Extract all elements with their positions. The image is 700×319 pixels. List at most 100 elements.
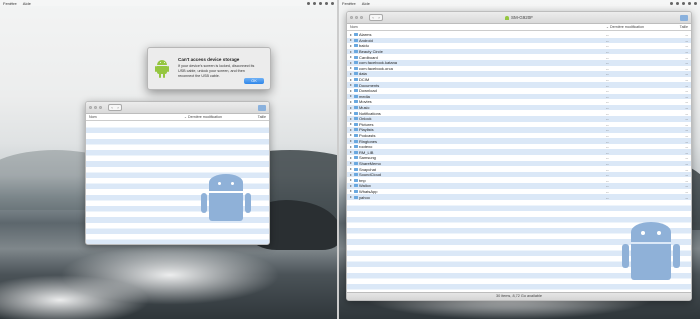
- minimize-button[interactable]: [94, 106, 97, 109]
- list-item[interactable]: Download -- --: [347, 87, 691, 94]
- list-item[interactable]: WhatsApp -- --: [347, 188, 691, 195]
- ok-button[interactable]: OK: [244, 78, 264, 84]
- zoom-button[interactable]: [360, 16, 363, 19]
- menu-list-icon[interactable]: [694, 1, 697, 5]
- list-item[interactable]: Alarms -- --: [347, 32, 691, 38]
- disclosure-triangle-icon[interactable]: [350, 134, 352, 137]
- menu-help[interactable]: Aide: [362, 1, 370, 6]
- item-name: Beauty Circle: [359, 49, 383, 55]
- status-icon[interactable]: [313, 1, 316, 5]
- search-icon[interactable]: [688, 1, 691, 5]
- list-item[interactable]: Cardboard -- --: [347, 54, 691, 60]
- column-date[interactable]: ⌄ Dernière modification: [606, 25, 666, 29]
- list-item[interactable]: yahoo -- --: [347, 194, 691, 200]
- list-item[interactable]: com.facebook.katana -- --: [347, 59, 691, 66]
- disclosure-triangle-icon[interactable]: [350, 190, 352, 193]
- disclosure-triangle-icon[interactable]: [350, 184, 352, 187]
- forward-arrow-icon[interactable]: ›: [115, 105, 121, 110]
- disclosure-triangle-icon[interactable]: [350, 100, 352, 103]
- zoom-button[interactable]: [99, 106, 102, 109]
- disclosure-triangle-icon[interactable]: [350, 123, 352, 126]
- wifi-icon[interactable]: [319, 1, 322, 5]
- list-item[interactable]: Wallox -- --: [347, 183, 691, 189]
- status-bar: 30 items, 8,72 Go available: [347, 292, 691, 300]
- list-item[interactable]: Onlock -- --: [347, 115, 691, 122]
- disclosure-triangle-icon[interactable]: [350, 162, 352, 165]
- item-date: --: [606, 88, 609, 94]
- list-item[interactable]: Snapchat -- --: [347, 166, 691, 172]
- menu-app-name[interactable]: Fenêtre: [342, 1, 356, 6]
- disclosure-triangle-icon[interactable]: [350, 84, 352, 87]
- list-item[interactable]: Pictures -- --: [347, 121, 691, 128]
- search-icon[interactable]: [325, 1, 328, 5]
- minimize-button[interactable]: [355, 16, 358, 19]
- list-item[interactable]: Playlists -- --: [347, 127, 691, 133]
- new-folder-icon[interactable]: [680, 14, 688, 21]
- menu-help[interactable]: Aide: [23, 1, 31, 6]
- list-item[interactable]: RM_LIB -- --: [347, 149, 691, 156]
- disclosure-triangle-icon[interactable]: [350, 145, 352, 148]
- close-button[interactable]: [89, 106, 92, 109]
- disclosure-triangle-icon[interactable]: [350, 89, 352, 92]
- list-item[interactable]: Samsung -- --: [347, 155, 691, 161]
- list-item[interactable]: DCIM -- --: [347, 76, 691, 83]
- column-size[interactable]: Taille: [666, 25, 688, 29]
- menu-list-icon[interactable]: [331, 1, 334, 5]
- disclosure-triangle-icon[interactable]: [350, 196, 352, 199]
- close-button[interactable]: [350, 16, 353, 19]
- list-item[interactable]: Ringtones -- --: [347, 138, 691, 144]
- column-size[interactable]: Taille: [244, 115, 266, 119]
- list-item[interactable]: media -- --: [347, 93, 691, 100]
- list-item[interactable]: data -- --: [347, 71, 691, 77]
- list-item[interactable]: Movies -- --: [347, 99, 691, 105]
- column-date[interactable]: ⌄ Dernière modification: [184, 115, 244, 119]
- disclosure-triangle-icon[interactable]: [350, 39, 352, 42]
- disclosure-triangle-icon[interactable]: [350, 67, 352, 70]
- item-date: --: [606, 138, 609, 144]
- list-item[interactable]: ShareMemo -- --: [347, 160, 691, 167]
- column-name[interactable]: Nom: [350, 25, 606, 29]
- list-item[interactable]: SoundCloud -- --: [347, 171, 691, 178]
- disclosure-triangle-icon[interactable]: [350, 156, 352, 159]
- disclosure-triangle-icon[interactable]: [350, 112, 352, 115]
- disclosure-triangle-icon[interactable]: [350, 56, 352, 59]
- disclosure-triangle-icon[interactable]: [350, 140, 352, 143]
- disclosure-triangle-icon[interactable]: [350, 61, 352, 64]
- item-name-cell: rootexo: [350, 144, 606, 149]
- menu-app-name[interactable]: Fenêtre: [3, 1, 17, 6]
- disclosure-triangle-icon[interactable]: [350, 33, 352, 36]
- column-name[interactable]: Nom: [89, 115, 184, 119]
- list-item[interactable]: Beauty Circle -- --: [347, 48, 691, 55]
- list-item[interactable]: tmp -- --: [347, 177, 691, 184]
- disclosure-triangle-icon[interactable]: [350, 117, 352, 120]
- disclosure-triangle-icon[interactable]: [350, 78, 352, 81]
- item-name-cell: Snapchat: [350, 167, 606, 172]
- disclosure-triangle-icon[interactable]: [350, 168, 352, 171]
- wifi-icon[interactable]: [682, 1, 685, 5]
- list-item[interactable]: baidu -- --: [347, 43, 691, 49]
- disclosure-triangle-icon[interactable]: [350, 173, 352, 176]
- list-item[interactable]: Podcasts -- --: [347, 132, 691, 139]
- disclosure-triangle-icon[interactable]: [350, 151, 352, 154]
- forward-arrow-icon[interactable]: ›: [376, 15, 382, 20]
- disclosure-triangle-icon[interactable]: [350, 95, 352, 98]
- disclosure-triangle-icon[interactable]: [350, 72, 352, 75]
- list-item[interactable]: Android -- --: [347, 37, 691, 44]
- status-icon[interactable]: [676, 1, 679, 5]
- disclosure-triangle-icon[interactable]: [350, 50, 352, 53]
- list-item[interactable]: Music -- --: [347, 104, 691, 111]
- disclosure-triangle-icon[interactable]: [350, 44, 352, 47]
- item-size: --: [685, 121, 688, 127]
- new-folder-icon[interactable]: [258, 104, 266, 111]
- disclosure-triangle-icon[interactable]: [350, 179, 352, 182]
- android-watermark-icon: [201, 174, 251, 234]
- list-item[interactable]: rootexo -- --: [347, 143, 691, 150]
- disclosure-triangle-icon[interactable]: [350, 128, 352, 131]
- folder-icon: [353, 139, 358, 143]
- status-icon[interactable]: [307, 1, 310, 5]
- list-item[interactable]: Notifications -- --: [347, 110, 691, 116]
- status-icon[interactable]: [670, 1, 673, 5]
- list-item[interactable]: Documents -- --: [347, 82, 691, 88]
- list-item[interactable]: com.facebook.orca -- --: [347, 65, 691, 72]
- disclosure-triangle-icon[interactable]: [350, 106, 352, 109]
